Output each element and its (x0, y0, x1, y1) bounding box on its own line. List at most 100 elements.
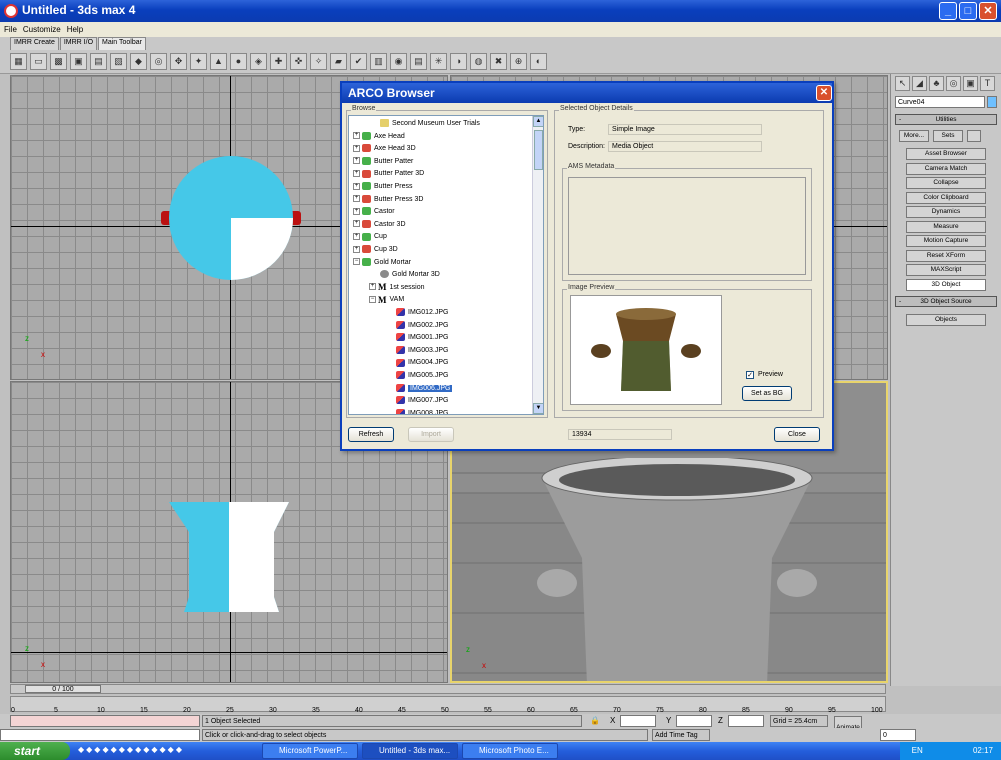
maximize-button[interactable]: □ (959, 2, 977, 20)
tree-expand-icon[interactable]: − (369, 296, 376, 304)
tree-item[interactable]: + Axe Head (353, 131, 405, 143)
tree-item[interactable]: IMG008.JPG (385, 408, 448, 414)
toolbar-tool-icon[interactable]: ✚ (270, 53, 287, 70)
minimize-button[interactable]: _ (939, 2, 957, 20)
tree-expand-icon[interactable]: + (353, 220, 360, 228)
configure-sets-icon[interactable] (967, 130, 981, 142)
toolbar-tool-icon[interactable]: ▥ (370, 53, 387, 70)
command-panel-tab-icon[interactable]: ◢ (912, 76, 927, 91)
tree-item[interactable]: − M VAM (369, 294, 404, 306)
toolbar-tool-icon[interactable]: ◍ (470, 53, 487, 70)
menu-customize[interactable]: Customize (23, 25, 61, 34)
current-frame-field[interactable]: 0 (880, 729, 916, 741)
tree-expand-icon[interactable]: + (353, 233, 360, 241)
time-slider[interactable]: 0 / 100 (10, 684, 886, 694)
tree-item[interactable]: IMG001.JPG (385, 332, 448, 344)
toolbar-tool-icon[interactable]: ▧ (110, 53, 127, 70)
tree-expand-icon[interactable]: + (353, 157, 360, 165)
object-color-swatch[interactable] (987, 96, 997, 108)
tree-item[interactable]: IMG012.JPG (385, 307, 448, 319)
utility-button[interactable]: Asset Browser (906, 148, 986, 160)
toolbar-tool-icon[interactable]: ▭ (30, 53, 47, 70)
tree-expand-icon[interactable]: + (353, 144, 360, 152)
toolbar-tool-icon[interactable]: ▦ (10, 53, 27, 70)
object-name-field[interactable]: Curve04 (895, 96, 985, 108)
tree-item[interactable]: Second Museum User Trials (369, 118, 480, 130)
tab-imrr-io[interactable]: IMRR I/O (59, 37, 98, 50)
utilities-rollout-header[interactable]: - Utilities (895, 114, 997, 125)
tree-expand-icon[interactable]: + (353, 245, 360, 253)
toolbar-tool-icon[interactable]: ● (230, 53, 247, 70)
toolbar-tool-icon[interactable]: ▤ (410, 53, 427, 70)
command-panel-tab-icon[interactable]: T (980, 76, 995, 91)
quick-launch-icons[interactable]: ◆◆◆◆◆◆◆◆◆◆◆◆◆ (78, 745, 248, 757)
command-panel-tab-icon[interactable]: ◎ (946, 76, 961, 91)
toolbar-tool-icon[interactable]: ▩ (50, 53, 67, 70)
tree-item[interactable]: + Butter Press (353, 181, 413, 193)
more-button[interactable]: More... (899, 130, 929, 142)
utility-button[interactable]: Motion Capture (906, 235, 986, 247)
utility-button[interactable]: Camera Match (906, 162, 986, 175)
toolbar-tool-icon[interactable]: ✳ (430, 53, 447, 70)
tree-item[interactable]: + Butter Press 3D (353, 194, 423, 206)
utility-button[interactable]: 3D Object (906, 278, 986, 291)
time-slider-thumb[interactable]: 0 / 100 (25, 685, 101, 693)
lock-icon[interactable]: 🔒 (590, 716, 600, 725)
sets-button[interactable]: Sets (933, 130, 963, 142)
object-source-rollout-header[interactable]: - 3D Object Source (895, 296, 997, 307)
scroll-thumb[interactable] (534, 130, 543, 170)
taskbar-item-photo-editor[interactable]: Microsoft Photo E... (462, 743, 558, 759)
tree-item[interactable]: + Butter Patter 3D (353, 168, 424, 180)
title-bar[interactable]: Untitled - 3ds max 4 _ □ ✕ (0, 0, 1001, 22)
toolbar-tool-icon[interactable]: ◐ (530, 53, 547, 70)
utility-button[interactable]: Color Clipboard (906, 191, 986, 204)
tree-item[interactable]: + M 1st session (369, 282, 425, 294)
taskbar-item-powerpoint[interactable]: Microsoft PowerP... (262, 743, 358, 759)
refresh-button[interactable]: Refresh (348, 427, 394, 442)
utility-button[interactable]: Dynamics (906, 206, 986, 218)
dialog-title[interactable]: ARCO Browser (342, 83, 832, 103)
z-coordinate-field[interactable] (728, 715, 764, 727)
menu-file[interactable]: File (4, 25, 17, 34)
tree-expand-icon[interactable]: + (353, 195, 360, 203)
command-line[interactable] (0, 729, 200, 741)
start-button[interactable]: start (0, 742, 70, 760)
tree-item[interactable]: IMG007.JPG (385, 395, 448, 407)
add-time-tag[interactable]: Add Time Tag (652, 729, 710, 741)
preview-checkbox[interactable]: ✓ (746, 371, 754, 379)
tree-expand-icon[interactable]: − (353, 258, 360, 266)
tree-expand-icon[interactable]: + (353, 170, 360, 178)
tree-item[interactable]: IMG005.JPG (385, 370, 448, 382)
toolbar-tool-icon[interactable]: ✖ (490, 53, 507, 70)
taskbar-item-3dsmax[interactable]: Untitled - 3ds max... (362, 743, 458, 759)
tree-scrollbar[interactable]: ▲ ▼ (532, 116, 543, 414)
import-button[interactable]: Import (408, 427, 454, 442)
toolbar-tool-icon[interactable]: ✜ (290, 53, 307, 70)
scroll-down-icon[interactable]: ▼ (533, 403, 543, 414)
language-indicator[interactable]: EN (912, 746, 923, 755)
tree-item[interactable]: + Butter Patter (353, 156, 413, 168)
close-dialog-button[interactable]: Close (774, 427, 820, 442)
maxscript-listener[interactable] (10, 715, 200, 727)
ams-metadata-box[interactable] (568, 177, 806, 275)
toolbar-tool-icon[interactable]: ✦ (190, 53, 207, 70)
command-panel-tab-icon[interactable]: ▣ (963, 76, 978, 91)
toolbar-tool-icon[interactable]: ⊕ (510, 53, 527, 70)
tree-item[interactable]: IMG003.JPG (385, 345, 448, 357)
toolbar-tool-icon[interactable]: ◉ (390, 53, 407, 70)
toolbar-tool-icon[interactable]: ▤ (90, 53, 107, 70)
toolbar-tool-icon[interactable]: ▣ (70, 53, 87, 70)
set-as-bg-button[interactable]: Set as BG (742, 386, 792, 401)
browse-tree[interactable]: ▲ ▼ Second Museum User Trials + Axe Head + A… (348, 115, 544, 415)
utility-button[interactable]: Reset XForm (906, 249, 986, 262)
tree-item[interactable]: + Castor (353, 206, 395, 218)
tree-item[interactable]: Gold Mortar 3D (369, 269, 440, 281)
dialog-close-button[interactable]: ✕ (816, 85, 832, 101)
track-bar[interactable]: 0 5 10 15 20 25 30 35 40 45 50 55 60 65 70 75 80 85 90 95 10… (10, 696, 886, 714)
tree-item[interactable]: + Cup (353, 231, 387, 243)
utility-button[interactable]: Measure (906, 220, 986, 233)
toolbar-tool-icon[interactable]: ✥ (170, 53, 187, 70)
tree-item[interactable]: + Cup 3D (353, 244, 398, 256)
tree-expand-icon[interactable]: + (369, 283, 376, 291)
tree-expand-icon[interactable]: + (353, 182, 360, 190)
